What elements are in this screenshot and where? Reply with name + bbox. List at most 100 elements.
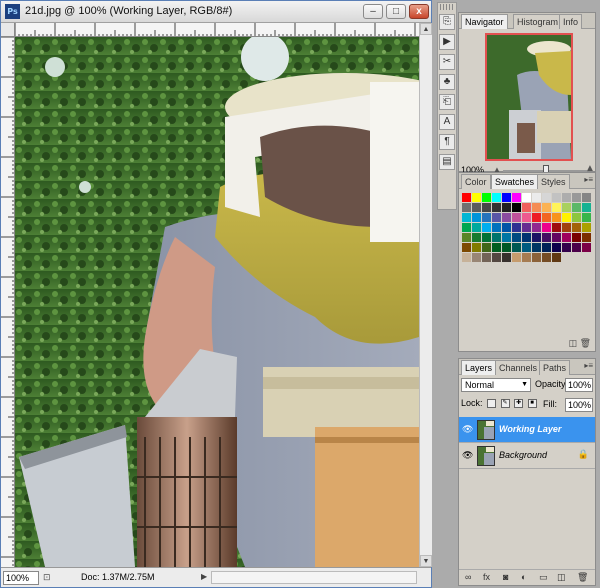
color-swatch[interactable] <box>512 223 521 232</box>
color-swatch[interactable] <box>542 253 551 262</box>
actions-icon[interactable]: ▶ <box>439 34 455 50</box>
color-swatch[interactable] <box>582 223 591 232</box>
link-layers-icon[interactable]: ∞ <box>465 572 471 582</box>
color-swatch[interactable] <box>552 213 561 222</box>
color-swatch[interactable] <box>482 223 491 232</box>
lock-all-icon[interactable]: ■ <box>527 399 537 409</box>
color-swatch[interactable] <box>542 243 551 252</box>
dock-grip[interactable] <box>440 4 454 10</box>
color-swatch[interactable] <box>472 253 481 262</box>
scroll-up-arrow-icon[interactable]: ▲ <box>420 23 432 35</box>
color-swatch[interactable] <box>582 203 591 212</box>
adjustment-layer-icon[interactable]: ◐ <box>521 572 526 582</box>
eye-icon[interactable]: 👁 <box>462 424 473 434</box>
color-swatch[interactable] <box>502 243 511 252</box>
color-swatch[interactable] <box>502 213 511 222</box>
color-swatch[interactable] <box>522 223 531 232</box>
color-swatch[interactable] <box>522 243 531 252</box>
color-swatch[interactable] <box>572 203 581 212</box>
color-swatch[interactable] <box>462 203 471 212</box>
vertical-scrollbar[interactable]: ▲ ▼ <box>419 23 432 567</box>
layer-row-working[interactable]: 👁 Working Layer <box>459 417 595 443</box>
color-swatch[interactable] <box>472 233 481 242</box>
color-swatch[interactable] <box>552 193 561 202</box>
color-swatch[interactable] <box>542 213 551 222</box>
tab-color[interactable]: Color <box>461 174 491 189</box>
color-swatch[interactable] <box>492 223 501 232</box>
color-swatch[interactable] <box>492 213 501 222</box>
color-swatch[interactable] <box>562 233 571 242</box>
image-canvas[interactable] <box>15 37 419 567</box>
color-swatch[interactable] <box>542 193 551 202</box>
lock-pixels-icon[interactable]: ✎ <box>500 399 510 409</box>
clone-source-icon[interactable]: ⎗ <box>439 94 455 110</box>
character-icon[interactable]: A <box>439 114 455 130</box>
color-swatch[interactable] <box>532 243 541 252</box>
delete-layer-icon[interactable]: 🗑 <box>577 572 588 583</box>
opacity-field[interactable]: 100% <box>565 378 593 392</box>
tab-layers[interactable]: Layers <box>461 360 497 375</box>
minimize-button[interactable]: – <box>363 4 383 19</box>
new-group-icon[interactable]: ▭ <box>539 572 548 583</box>
fill-field[interactable]: 100% <box>565 398 593 412</box>
color-swatch[interactable] <box>472 213 481 222</box>
color-swatch[interactable] <box>512 213 521 222</box>
color-swatch[interactable] <box>492 193 501 202</box>
new-layer-icon[interactable]: ◫ <box>557 572 566 583</box>
navigator-preview[interactable] <box>485 33 573 161</box>
color-swatch[interactable] <box>542 203 551 212</box>
panel-menu-icon[interactable]: ▸≡ <box>584 175 593 184</box>
color-swatch[interactable] <box>532 223 541 232</box>
color-swatch[interactable] <box>502 203 511 212</box>
color-swatch[interactable] <box>532 203 541 212</box>
color-swatch[interactable] <box>472 223 481 232</box>
color-swatch[interactable] <box>462 253 471 262</box>
color-swatch[interactable] <box>502 253 511 262</box>
navigator-toggle-icon[interactable]: ⊡ <box>43 572 51 583</box>
color-swatch[interactable] <box>532 193 541 202</box>
color-swatch[interactable] <box>552 253 561 262</box>
color-swatch[interactable] <box>462 233 471 242</box>
color-swatch[interactable] <box>502 233 511 242</box>
horizontal-scrollbar[interactable] <box>211 571 417 584</box>
tab-paths[interactable]: Paths <box>539 360 571 375</box>
tool-presets-icon[interactable]: ✂ <box>439 54 455 70</box>
zoom-field[interactable]: 100% <box>3 571 39 585</box>
color-swatch[interactable] <box>562 223 571 232</box>
tab-info[interactable]: Info <box>559 14 583 29</box>
color-swatch[interactable] <box>562 213 571 222</box>
color-swatch[interactable] <box>552 233 561 242</box>
color-swatch[interactable] <box>572 233 581 242</box>
color-swatch[interactable] <box>492 233 501 242</box>
lock-position-icon[interactable]: ✚ <box>514 399 524 409</box>
color-swatch[interactable] <box>482 193 491 202</box>
tab-navigator[interactable]: Navigator <box>461 14 508 29</box>
color-swatch[interactable] <box>472 243 481 252</box>
color-swatch[interactable] <box>532 233 541 242</box>
color-swatch[interactable] <box>552 203 561 212</box>
tab-swatches[interactable]: Swatches <box>491 174 539 189</box>
color-swatch[interactable] <box>582 233 591 242</box>
history-brush-icon[interactable]: ⎘ <box>439 14 455 30</box>
color-swatch[interactable] <box>572 193 581 202</box>
vertical-ruler[interactable] <box>1 37 15 567</box>
status-menu-arrow-icon[interactable]: ▶ <box>201 572 207 581</box>
color-swatch[interactable] <box>522 233 531 242</box>
layers-panel-menu-icon[interactable]: ▸≡ <box>584 361 593 370</box>
layer-comps-icon[interactable]: ▤ <box>439 154 455 170</box>
ruler-origin[interactable] <box>1 23 15 37</box>
horizontal-ruler[interactable] <box>15 23 419 37</box>
color-swatch[interactable] <box>572 213 581 222</box>
color-swatch[interactable] <box>542 223 551 232</box>
color-swatch[interactable] <box>552 223 561 232</box>
lock-transparency-icon[interactable] <box>487 399 497 409</box>
color-swatch[interactable] <box>522 253 531 262</box>
color-swatch[interactable] <box>572 243 581 252</box>
color-swatch[interactable] <box>572 223 581 232</box>
color-swatch[interactable] <box>502 193 511 202</box>
color-swatch[interactable] <box>522 193 531 202</box>
document-titlebar[interactable]: Ps 21d.jpg @ 100% (Working Layer, RGB/8#… <box>1 1 431 23</box>
color-swatch[interactable] <box>532 253 541 262</box>
color-swatch[interactable] <box>462 213 471 222</box>
color-swatch[interactable] <box>582 243 591 252</box>
